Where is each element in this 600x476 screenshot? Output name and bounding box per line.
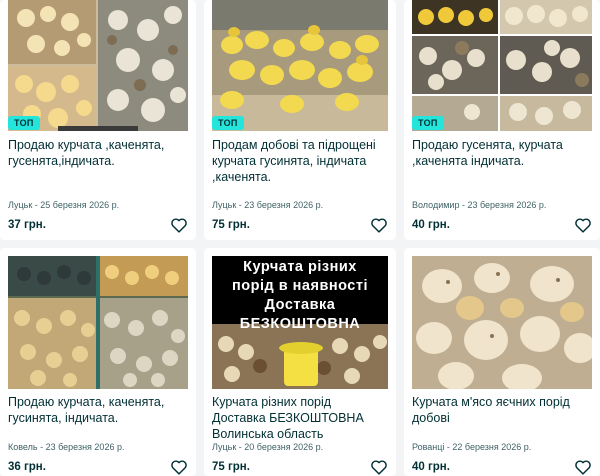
listing-title[interactable]: Курчата м'ясо яєчних порід добові xyxy=(412,394,592,426)
heart-outline-icon[interactable] xyxy=(574,217,592,233)
photo-caption-line: Курчата різних xyxy=(243,259,357,275)
heart-outline-icon[interactable] xyxy=(370,459,388,475)
listing-title[interactable]: Продаю курчата, каченята, гусинята, інди… xyxy=(8,394,188,426)
photo-caption: Курчата різних порід в наявності Доставк… xyxy=(212,258,388,334)
listing-photo[interactable]: Курчата різних порід в наявності Доставк… xyxy=(212,256,388,389)
top-badge: ТОП xyxy=(212,116,244,130)
listing-title[interactable]: Продаю курчата ,каченята, гусенята,індич… xyxy=(8,137,188,169)
listing-price: 37 грн. xyxy=(8,219,46,231)
photo-caption-line: БЕЗКОШТОВНА xyxy=(239,316,361,332)
listing-photo[interactable] xyxy=(212,0,388,131)
listing-location-date: Володимир - 23 березня 2026 р. xyxy=(412,200,547,210)
heart-outline-icon[interactable] xyxy=(170,217,188,233)
listing-card[interactable]: ТОП Продаю гусенята, курчата ,каченята і… xyxy=(404,0,600,240)
top-badge: ТОП xyxy=(8,116,40,130)
listing-card[interactable]: Продаю курчата, каченята, гусинята, інди… xyxy=(0,248,196,476)
listing-card[interactable]: Курчата різних порід в наявності Доставк… xyxy=(204,248,396,476)
listing-price: 40 грн. xyxy=(412,219,450,231)
listing-price: 40 грн. xyxy=(412,461,450,473)
heart-outline-icon[interactable] xyxy=(370,217,388,233)
listing-price: 75 грн. xyxy=(212,461,250,473)
listing-title[interactable]: Продам добові та підрощені курчата гусин… xyxy=(212,137,388,185)
heart-outline-icon[interactable] xyxy=(574,459,592,475)
listing-photo[interactable] xyxy=(8,256,188,389)
listing-location-date: Луцьк - 23 березня 2026 р. xyxy=(212,200,324,210)
listing-card[interactable]: ТОП Продам добові та підрощені курчата г… xyxy=(204,0,396,240)
listing-photo[interactable] xyxy=(8,0,188,131)
top-badge: ТОП xyxy=(412,116,444,130)
listing-location-date: Рованці - 22 березня 2026 р. xyxy=(412,442,532,452)
listing-location-date: Ковель - 23 березня 2026 р. xyxy=(8,442,125,452)
listing-photo[interactable] xyxy=(412,256,592,389)
listing-photo[interactable] xyxy=(412,0,592,131)
photo-caption-line: порід в наявності xyxy=(232,278,368,294)
listing-card[interactable]: Курчата м'ясо яєчних порід добові Рованц… xyxy=(404,248,600,476)
photo-caption-line: Доставка xyxy=(264,297,336,313)
listing-price: 75 грн. xyxy=(212,219,250,231)
listing-location-date: Луцьк - 25 березня 2026 р. xyxy=(8,200,120,210)
heart-outline-icon[interactable] xyxy=(170,459,188,475)
listing-card[interactable]: ТОП Продаю курчата ,каченята, гусенята,і… xyxy=(0,0,196,240)
listing-location-date: Луцьк - 20 березня 2026 р. xyxy=(212,442,324,452)
listing-title[interactable]: Продаю гусенята, курчата ,каченята індич… xyxy=(412,137,592,169)
listing-grid: ТОП Продаю курчата ,каченята, гусенята,і… xyxy=(0,0,600,476)
listing-price: 36 грн. xyxy=(8,461,46,473)
listing-title[interactable]: Курчата різних порід Доставка БЕЗКОШТОВН… xyxy=(212,394,388,442)
